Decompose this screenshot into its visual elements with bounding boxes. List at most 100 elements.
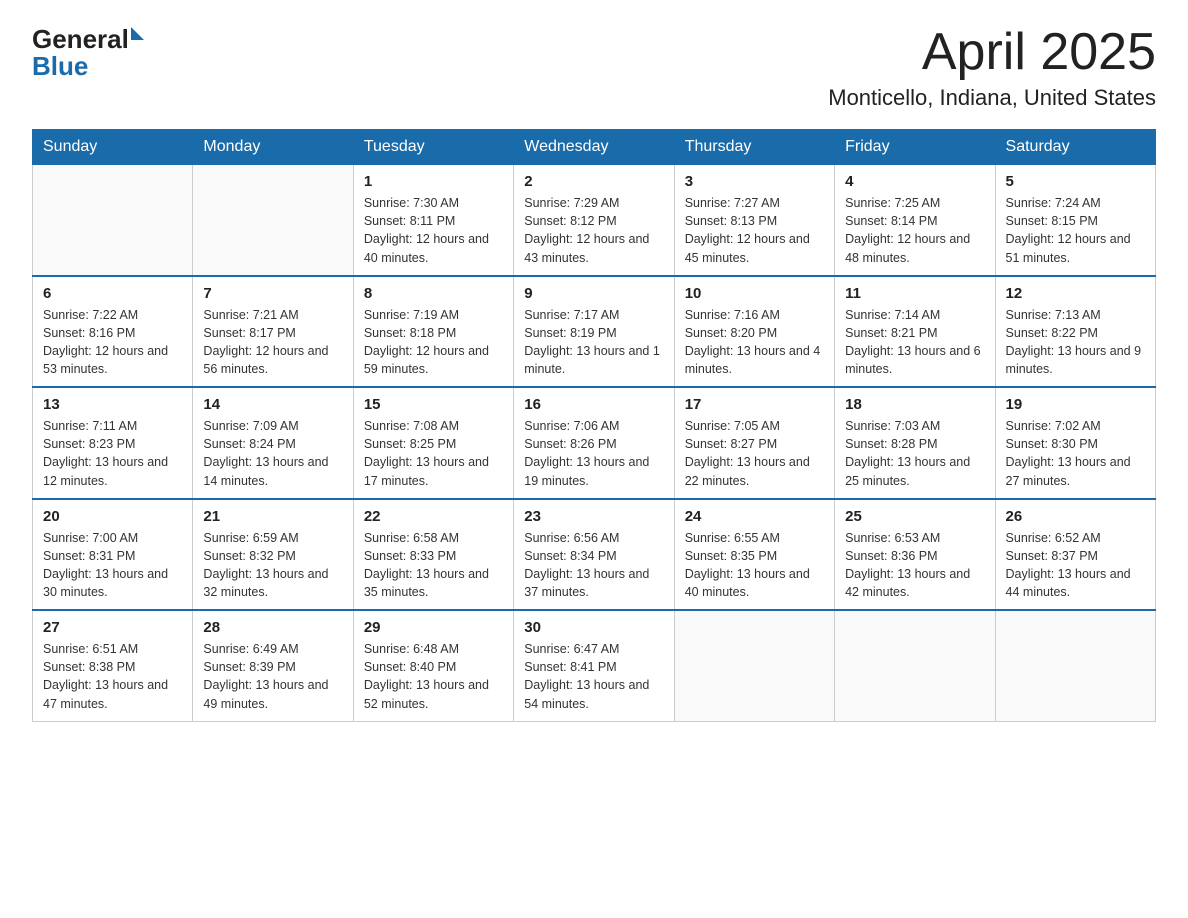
day-info: Sunrise: 6:59 AMSunset: 8:32 PMDaylight:… [203,529,342,602]
table-row: 24 Sunrise: 6:55 AMSunset: 8:35 PMDayligh… [674,499,834,611]
table-row: 30 Sunrise: 6:47 AMSunset: 8:41 PMDayligh… [514,610,674,721]
day-info: Sunrise: 6:51 AMSunset: 8:38 PMDaylight:… [43,640,182,713]
day-info: Sunrise: 6:47 AMSunset: 8:41 PMDaylight:… [524,640,663,713]
day-number: 6 [43,285,182,302]
day-number: 5 [1006,173,1145,190]
table-row: 23 Sunrise: 6:56 AMSunset: 8:34 PMDayligh… [514,499,674,611]
day-number: 30 [524,619,663,636]
table-row: 20Sunrise: 7:00 AMSunset: 8:31 PMDayligh… [33,499,193,611]
day-info: Sunrise: 6:55 AMSunset: 8:35 PMDaylight:… [685,529,824,602]
day-info: Sunrise: 7:25 AMSunset: 8:14 PMDaylight:… [845,194,984,267]
day-number: 24 [685,508,824,525]
day-info: Sunrise: 7:29 AMSunset: 8:12 PMDaylight:… [524,194,663,267]
calendar-week-row: 20Sunrise: 7:00 AMSunset: 8:31 PMDayligh… [33,499,1156,611]
logo: General Blue [32,24,144,82]
day-number: 25 [845,508,984,525]
day-info: Sunrise: 6:56 AMSunset: 8:34 PMDaylight:… [524,529,663,602]
day-info: Sunrise: 6:48 AMSunset: 8:40 PMDaylight:… [364,640,503,713]
day-number: 14 [203,396,342,413]
table-row: 11 Sunrise: 7:14 AMSunset: 8:21 PMDayligh… [835,276,995,388]
day-number: 7 [203,285,342,302]
day-number: 15 [364,396,503,413]
table-row: 26Sunrise: 6:52 AMSunset: 8:37 PMDayligh… [995,499,1155,611]
table-row: 9 Sunrise: 7:17 AMSunset: 8:19 PMDaylight… [514,276,674,388]
calendar-title: April 2025 [828,24,1156,81]
calendar-week-row: 13Sunrise: 7:11 AMSunset: 8:23 PMDayligh… [33,387,1156,499]
calendar-table: Sunday Monday Tuesday Wednesday Thursday… [32,129,1156,722]
day-number: 9 [524,285,663,302]
table-row [995,610,1155,721]
day-info: Sunrise: 7:19 AMSunset: 8:18 PMDaylight:… [364,306,503,379]
calendar-week-row: 1 Sunrise: 7:30 AMSunset: 8:11 PMDaylight… [33,165,1156,276]
day-number: 23 [524,508,663,525]
day-info: Sunrise: 7:27 AMSunset: 8:13 PMDaylight:… [685,194,824,267]
day-number: 27 [43,619,182,636]
day-info: Sunrise: 7:11 AMSunset: 8:23 PMDaylight:… [43,417,182,490]
table-row [674,610,834,721]
table-row: 15Sunrise: 7:08 AMSunset: 8:25 PMDayligh… [353,387,513,499]
table-row: 18 Sunrise: 7:03 AMSunset: 8:28 PMDayligh… [835,387,995,499]
day-info: Sunrise: 6:49 AMSunset: 8:39 PMDaylight:… [203,640,342,713]
day-number: 12 [1006,285,1145,302]
table-row: 27 Sunrise: 6:51 AMSunset: 8:38 PMDayligh… [33,610,193,721]
table-row: 12Sunrise: 7:13 AMSunset: 8:22 PMDayligh… [995,276,1155,388]
table-row: 8 Sunrise: 7:19 AMSunset: 8:18 PMDaylight… [353,276,513,388]
col-friday: Friday [835,130,995,165]
table-row: 7 Sunrise: 7:21 AMSunset: 8:17 PMDaylight… [193,276,353,388]
day-info: Sunrise: 7:24 AMSunset: 8:15 PMDaylight:… [1006,194,1145,267]
table-row [193,165,353,276]
day-number: 22 [364,508,503,525]
table-row: 6 Sunrise: 7:22 AMSunset: 8:16 PMDaylight… [33,276,193,388]
day-info: Sunrise: 6:58 AMSunset: 8:33 PMDaylight:… [364,529,503,602]
logo-blue-text: Blue [32,51,88,82]
day-info: Sunrise: 7:09 AMSunset: 8:24 PMDaylight:… [203,417,342,490]
day-number: 20 [43,508,182,525]
day-info: Sunrise: 7:03 AMSunset: 8:28 PMDaylight:… [845,417,984,490]
calendar-location: Monticello, Indiana, United States [828,85,1156,111]
day-info: Sunrise: 7:14 AMSunset: 8:21 PMDaylight:… [845,306,984,379]
day-number: 1 [364,173,503,190]
day-number: 8 [364,285,503,302]
day-number: 28 [203,619,342,636]
day-info: Sunrise: 7:22 AMSunset: 8:16 PMDaylight:… [43,306,182,379]
logo-triangle-icon [131,27,144,40]
day-number: 2 [524,173,663,190]
day-number: 19 [1006,396,1145,413]
calendar-week-row: 6 Sunrise: 7:22 AMSunset: 8:16 PMDaylight… [33,276,1156,388]
table-row: 19Sunrise: 7:02 AMSunset: 8:30 PMDayligh… [995,387,1155,499]
table-row: 1 Sunrise: 7:30 AMSunset: 8:11 PMDaylight… [353,165,513,276]
day-info: Sunrise: 6:53 AMSunset: 8:36 PMDaylight:… [845,529,984,602]
day-number: 3 [685,173,824,190]
day-number: 18 [845,396,984,413]
table-row: 29 Sunrise: 6:48 AMSunset: 8:40 PMDayligh… [353,610,513,721]
table-row: 16Sunrise: 7:06 AMSunset: 8:26 PMDayligh… [514,387,674,499]
table-row: 22 Sunrise: 6:58 AMSunset: 8:33 PMDayligh… [353,499,513,611]
col-saturday: Saturday [995,130,1155,165]
col-tuesday: Tuesday [353,130,513,165]
table-row: 17 Sunrise: 7:05 AMSunset: 8:27 PMDayligh… [674,387,834,499]
day-info: Sunrise: 7:17 AMSunset: 8:19 PMDaylight:… [524,306,663,379]
table-row: 14 Sunrise: 7:09 AMSunset: 8:24 PMDayligh… [193,387,353,499]
table-row [835,610,995,721]
table-row: 10 Sunrise: 7:16 AMSunset: 8:20 PMDayligh… [674,276,834,388]
col-sunday: Sunday [33,130,193,165]
day-info: Sunrise: 7:05 AMSunset: 8:27 PMDaylight:… [685,417,824,490]
calendar-header-row: Sunday Monday Tuesday Wednesday Thursday… [33,130,1156,165]
day-number: 10 [685,285,824,302]
day-info: Sunrise: 7:16 AMSunset: 8:20 PMDaylight:… [685,306,824,379]
day-number: 17 [685,396,824,413]
day-number: 4 [845,173,984,190]
table-row: 4 Sunrise: 7:25 AMSunset: 8:14 PMDaylight… [835,165,995,276]
day-info: Sunrise: 7:30 AMSunset: 8:11 PMDaylight:… [364,194,503,267]
table-row: 21Sunrise: 6:59 AMSunset: 8:32 PMDayligh… [193,499,353,611]
day-info: Sunrise: 7:21 AMSunset: 8:17 PMDaylight:… [203,306,342,379]
day-number: 29 [364,619,503,636]
table-row: 3 Sunrise: 7:27 AMSunset: 8:13 PMDaylight… [674,165,834,276]
col-thursday: Thursday [674,130,834,165]
table-row: 5 Sunrise: 7:24 AMSunset: 8:15 PMDaylight… [995,165,1155,276]
day-info: Sunrise: 7:06 AMSunset: 8:26 PMDaylight:… [524,417,663,490]
day-number: 11 [845,285,984,302]
page-header: General Blue April 2025 Monticello, Indi… [32,24,1156,111]
col-monday: Monday [193,130,353,165]
table-row: 25 Sunrise: 6:53 AMSunset: 8:36 PMDayligh… [835,499,995,611]
